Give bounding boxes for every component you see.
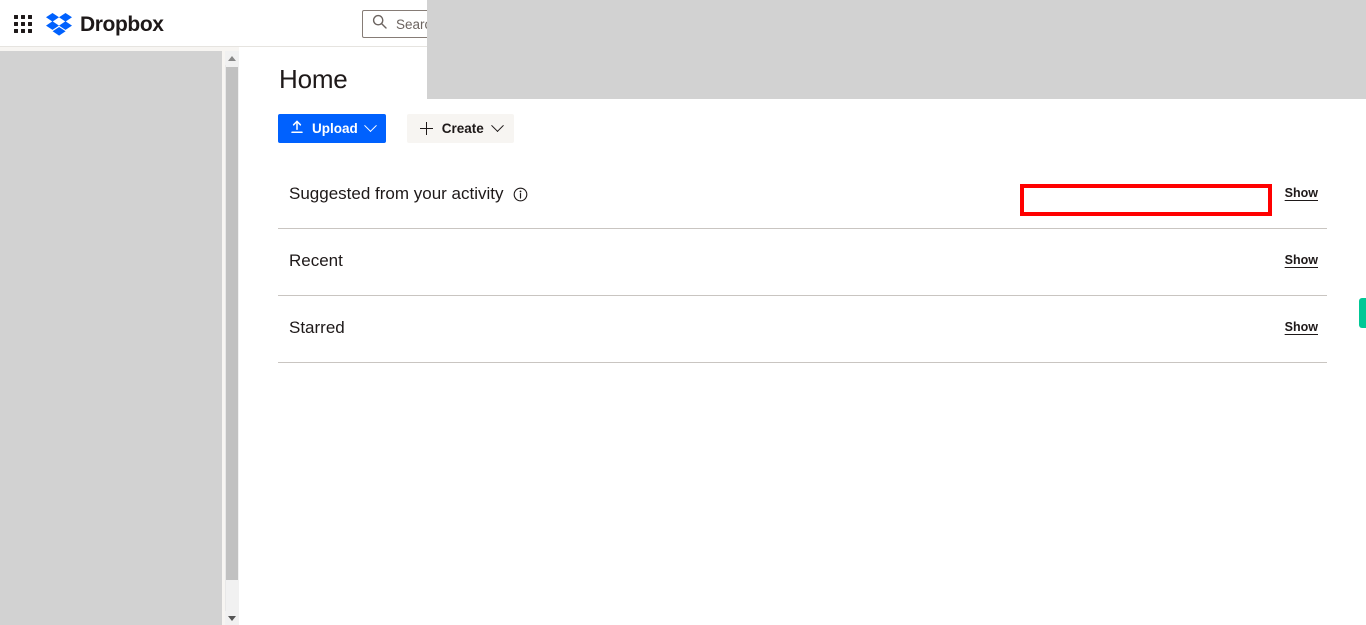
section-title-starred: Starred — [289, 318, 345, 337]
info-circle-icon[interactable] — [513, 187, 528, 202]
search-icon — [372, 14, 387, 34]
show-link-suggested[interactable]: Show — [1285, 186, 1318, 200]
create-button-label: Create — [441, 120, 484, 136]
upload-arrow-icon — [290, 120, 304, 137]
section-row-recent: Recent Show — [278, 229, 1327, 296]
dropbox-brand[interactable]: Dropbox — [46, 10, 164, 38]
section-header-starred: Starred — [289, 318, 345, 338]
section-row-suggested: Suggested from your activity Show — [278, 162, 1327, 229]
plus-icon — [419, 122, 433, 135]
action-button-row: Upload Create — [278, 114, 514, 143]
section-header-recent: Recent — [289, 251, 343, 271]
section-header-suggested: Suggested from your activity — [289, 184, 528, 204]
upload-button-label: Upload — [312, 120, 358, 136]
dropbox-home-page: Dropbox Search Home Upload Create Sugges… — [0, 0, 1366, 625]
create-button[interactable]: Create — [406, 114, 514, 143]
apps-grid-icon[interactable] — [14, 15, 32, 33]
section-title-recent: Recent — [289, 251, 343, 270]
upload-button[interactable]: Upload — [278, 114, 386, 143]
section-row-starred: Starred Show — [278, 296, 1327, 363]
section-list: Suggested from your activity Show Recent — [278, 162, 1327, 363]
chevron-down-icon — [490, 119, 504, 133]
left-sidebar — [0, 47, 239, 625]
page-title: Home — [279, 64, 348, 94]
sidebar-scrollbar-thumb[interactable] — [226, 67, 238, 580]
edge-feedback-tab[interactable] — [1359, 298, 1366, 328]
chevron-down-icon — [363, 119, 377, 133]
show-link-starred[interactable]: Show — [1285, 320, 1318, 334]
sidebar-content-panel — [0, 51, 222, 625]
scroll-down-arrow-icon[interactable] — [225, 611, 239, 625]
scroll-up-arrow-icon[interactable] — [225, 51, 239, 65]
main-content: Home Upload Create Suggested from your a… — [239, 47, 1366, 625]
brand-name-text: Dropbox — [80, 12, 164, 36]
show-link-recent[interactable]: Show — [1285, 253, 1318, 267]
dropbox-logo-icon — [46, 12, 72, 37]
grey-overlay-panel — [427, 0, 1366, 99]
section-title-suggested: Suggested from your activity — [289, 184, 504, 203]
